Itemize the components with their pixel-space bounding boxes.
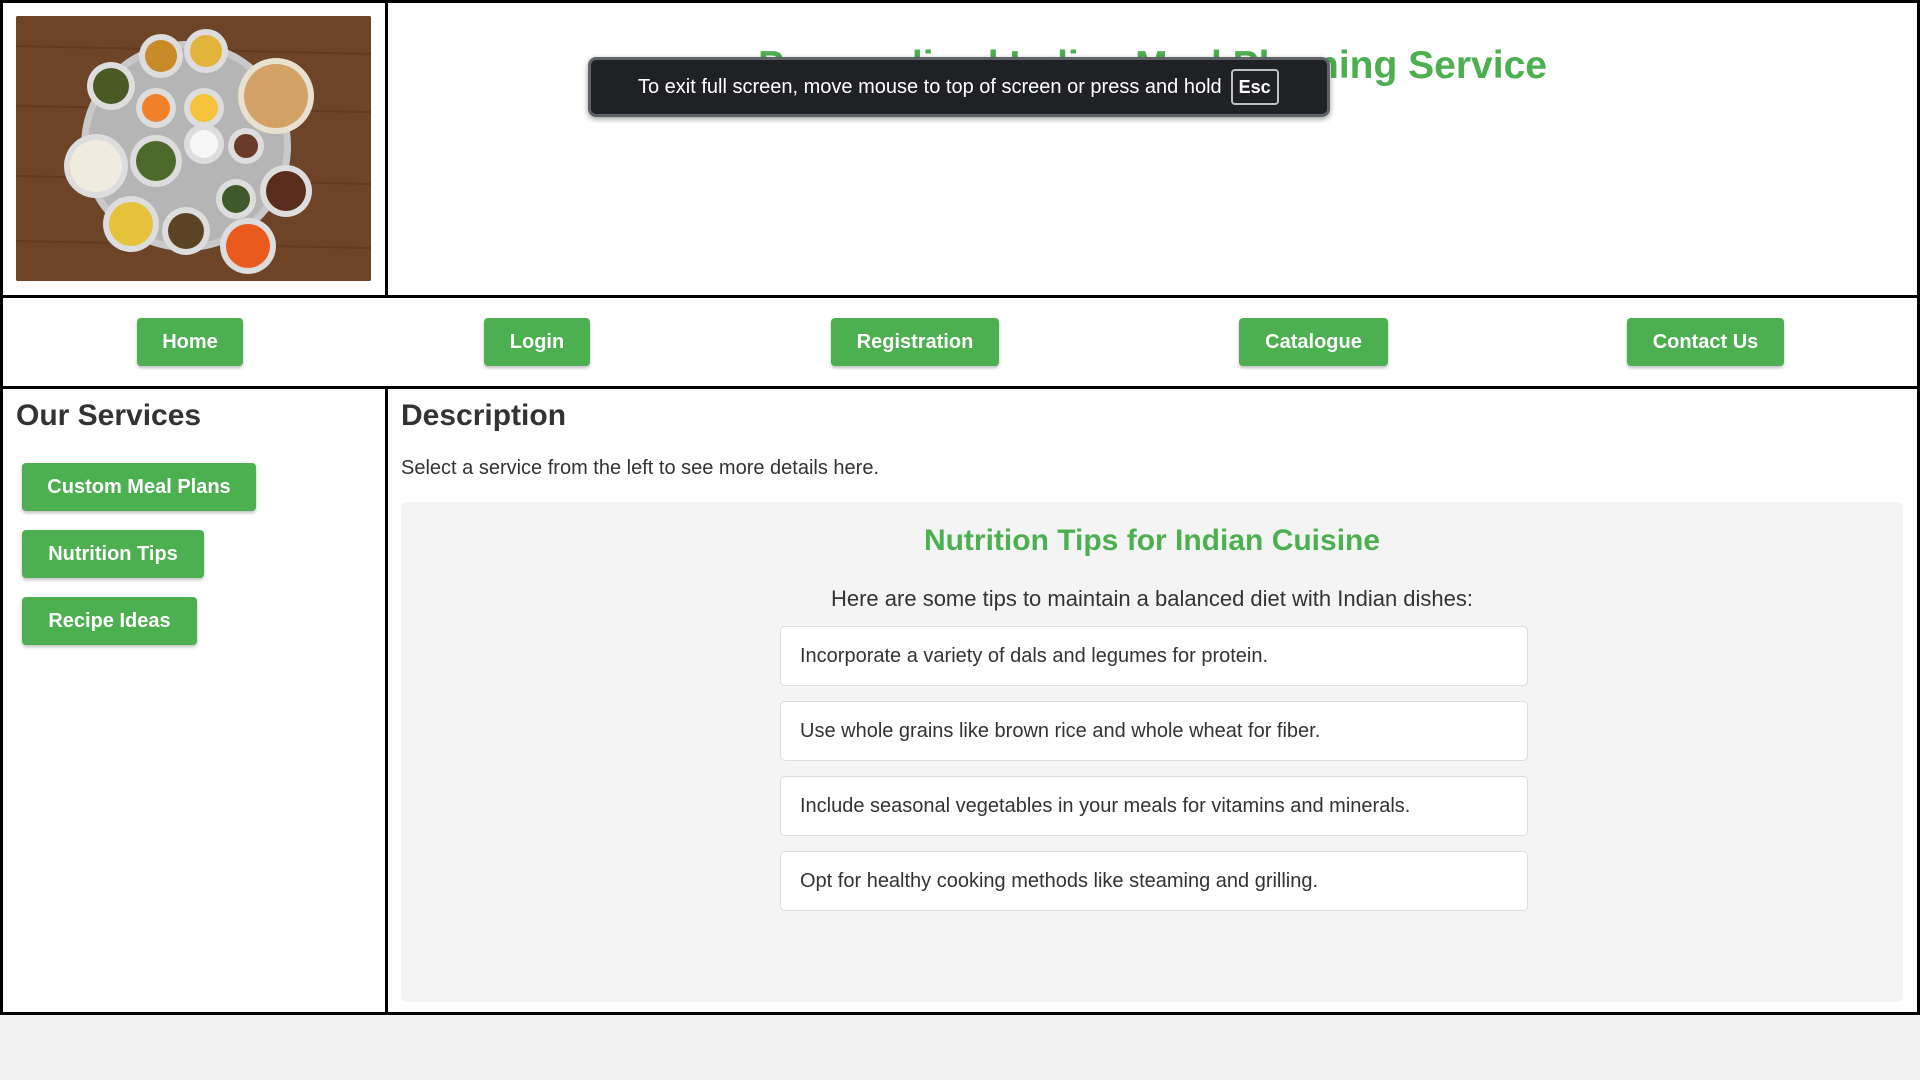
panel-title: Nutrition Tips for Indian Cuisine	[923, 524, 1381, 557]
header: Personalized Indian Meal Planning Servic…	[3, 3, 1917, 298]
logo-cell	[3, 3, 388, 295]
tip-item: Incorporate a variety of dals and legume…	[780, 626, 1528, 686]
panel-intro: Here are some tips to maintain a balance…	[830, 586, 1474, 611]
page: Personalized Indian Meal Planning Servic…	[0, 0, 1920, 1080]
services-sidebar: Our Services Custom Meal Plans Nutrition…	[3, 389, 388, 1012]
fullscreen-exit-notice: To exit full screen, move mouse to top o…	[588, 57, 1330, 117]
nav-home-button[interactable]: Home	[137, 318, 243, 366]
thali-image	[16, 16, 371, 281]
description-area: Description Select a service from the le…	[388, 389, 1917, 1012]
service-nutrition-tips-button[interactable]: Nutrition Tips	[22, 530, 204, 578]
tip-item: Use whole grains like brown rice and who…	[780, 701, 1528, 761]
thali-illustration	[16, 16, 371, 281]
tip-item: Opt for healthy cooking methods like ste…	[780, 851, 1528, 911]
service-custom-meal-plans-button[interactable]: Custom Meal Plans	[22, 463, 256, 511]
site-frame: Personalized Indian Meal Planning Servic…	[0, 0, 1920, 1015]
service-recipe-ideas-button[interactable]: Recipe Ideas	[22, 597, 197, 645]
description-heading: Description	[401, 399, 567, 432]
nav-registration-button[interactable]: Registration	[831, 318, 999, 366]
nav-contact-us-button[interactable]: Contact Us	[1627, 318, 1784, 366]
description-text: Select a service from the left to see mo…	[401, 457, 879, 479]
esc-key-badge: Esc	[1230, 69, 1279, 105]
tip-item: Include seasonal vegetables in your meal…	[780, 776, 1528, 836]
sidebar-heading: Our Services	[16, 399, 202, 432]
nav-catalogue-button[interactable]: Catalogue	[1239, 318, 1388, 366]
nav-login-button[interactable]: Login	[484, 318, 590, 366]
main-nav: Home Login Registration Catalogue Contac…	[3, 298, 1917, 389]
fullscreen-notice-text: To exit full screen, move mouse to top o…	[638, 75, 1222, 98]
service-detail-panel: Nutrition Tips for Indian Cuisine Here a…	[401, 502, 1903, 1002]
